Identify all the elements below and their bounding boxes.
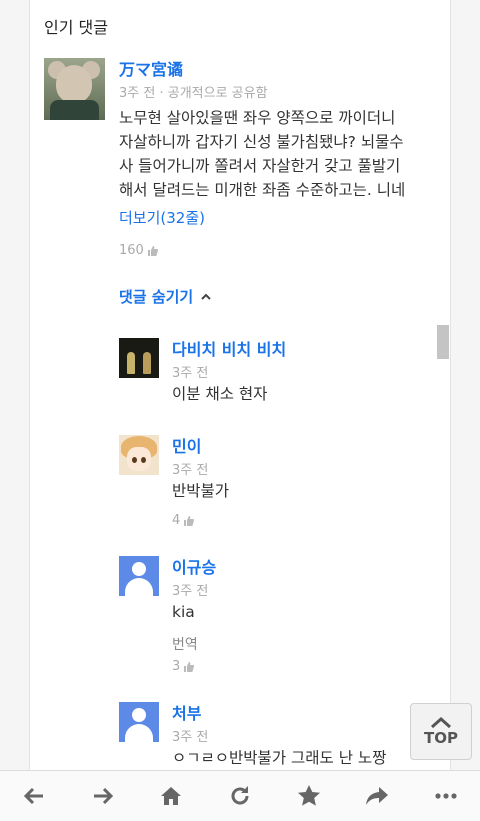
reply-avatar[interactable] xyxy=(119,338,159,378)
reply-likes[interactable]: 3 xyxy=(172,659,195,674)
home-button[interactable] xyxy=(151,776,191,816)
chevron-up-icon xyxy=(201,293,211,300)
top-comment-line: 사 들어가니까 쫄려서 자살한거 갖고 풀발기 xyxy=(119,157,401,175)
scroll-to-top-button[interactable]: TOP xyxy=(410,703,472,760)
reply-time: 3주 전 xyxy=(172,730,209,745)
star-icon xyxy=(297,785,320,806)
reply-time: 3주 전 xyxy=(172,366,209,381)
forward-button[interactable] xyxy=(83,776,123,816)
like-count: 3 xyxy=(172,659,181,674)
top-comment-line: 자살하니까 갑자기 신성 불가침됐냐? 뇌물수 xyxy=(119,133,404,151)
avatar-shoulders xyxy=(125,724,153,742)
avatar-figure xyxy=(127,352,135,374)
meta-separator: · xyxy=(159,86,168,101)
browser-toolbar xyxy=(0,770,480,821)
reply-avatar[interactable] xyxy=(119,435,159,475)
hide-replies-label: 댓글 숨기기 xyxy=(119,288,194,306)
top-button-label: TOP xyxy=(424,728,458,747)
back-button[interactable] xyxy=(14,776,54,816)
thumbs-up-icon xyxy=(184,515,195,526)
avatar-eye xyxy=(132,457,137,463)
scrollbar-thumb[interactable] xyxy=(437,325,449,359)
avatar-eye xyxy=(141,457,146,463)
share-button[interactable] xyxy=(357,776,397,816)
avatar-head xyxy=(132,562,146,576)
avatar-head xyxy=(132,708,146,722)
top-comment-author[interactable]: 万マ宮谲 xyxy=(119,56,183,80)
avatar-shoulders xyxy=(125,578,153,596)
avatar-face xyxy=(127,447,151,471)
back-arrow-icon xyxy=(24,787,44,805)
avatar-figure xyxy=(143,352,151,374)
thumbs-up-icon xyxy=(184,661,195,672)
reply-text: kia xyxy=(172,603,195,621)
section-title: 인기 댓글 xyxy=(44,18,108,37)
top-comment-line: 노무현 살아있을땐 좌우 양쪽으로 까이더니 xyxy=(119,109,396,127)
top-comment-body: 노무현 살아있을땐 좌우 양쪽으로 까이더니 자살하니까 갑자기 신성 불가침됐… xyxy=(119,106,405,202)
reply-author[interactable]: 이규승 xyxy=(172,554,216,578)
thumbs-up-icon xyxy=(147,245,158,256)
hide-replies-button[interactable]: 댓글 숨기기 xyxy=(119,286,211,307)
reply-time: 3주 전 xyxy=(172,584,209,599)
read-more-link[interactable]: 더보기(32줄) xyxy=(119,207,205,228)
reply-avatar[interactable] xyxy=(119,556,159,596)
reply-avatar[interactable] xyxy=(119,702,159,742)
reply-likes[interactable]: 4 xyxy=(172,513,195,528)
chevron-up-icon xyxy=(431,716,451,728)
reply-text: 반박불가 xyxy=(172,482,230,500)
reply-author[interactable]: 민이 xyxy=(172,433,201,457)
top-comment-likes[interactable]: 160 xyxy=(119,243,159,258)
top-comment-line: 해서 달려드는 미개한 좌좀 수준하고는. 니네 xyxy=(119,181,406,199)
reply-text: 이분 채소 현자 xyxy=(172,385,268,403)
avatar-suit xyxy=(50,100,99,120)
reply-author[interactable]: 다비치 비치 비치 xyxy=(172,336,286,360)
comments-card: 인기 댓글 万マ宮谲 3주 전 · 공개적으로 공유함 노무현 살아있을땐 좌우… xyxy=(29,0,451,770)
reply-time: 3주 전 xyxy=(172,463,209,478)
top-comment-time: 3주 전 xyxy=(119,86,156,101)
share-icon xyxy=(366,787,389,805)
reply-author[interactable]: 처부 xyxy=(172,700,201,724)
avatar-face xyxy=(56,65,92,103)
more-button[interactable] xyxy=(426,776,466,816)
top-comment-meta: 3주 전 · 공개적으로 공유함 xyxy=(119,82,268,101)
reload-icon xyxy=(231,786,249,805)
translate-link[interactable]: 번역 xyxy=(172,634,198,654)
top-comment-avatar[interactable] xyxy=(44,58,105,120)
like-count: 160 xyxy=(119,243,144,258)
like-count: 4 xyxy=(172,513,181,528)
more-dots-icon xyxy=(435,793,457,799)
forward-arrow-icon xyxy=(93,787,113,805)
reply-text: ㅇㄱㄹㅇ반박불가 그래도 난 노짱 xyxy=(172,749,387,767)
top-comment-visibility: 공개적으로 공유함 xyxy=(167,86,268,101)
reload-button[interactable] xyxy=(220,776,260,816)
bookmark-button[interactable] xyxy=(289,776,329,816)
home-icon xyxy=(161,787,182,805)
